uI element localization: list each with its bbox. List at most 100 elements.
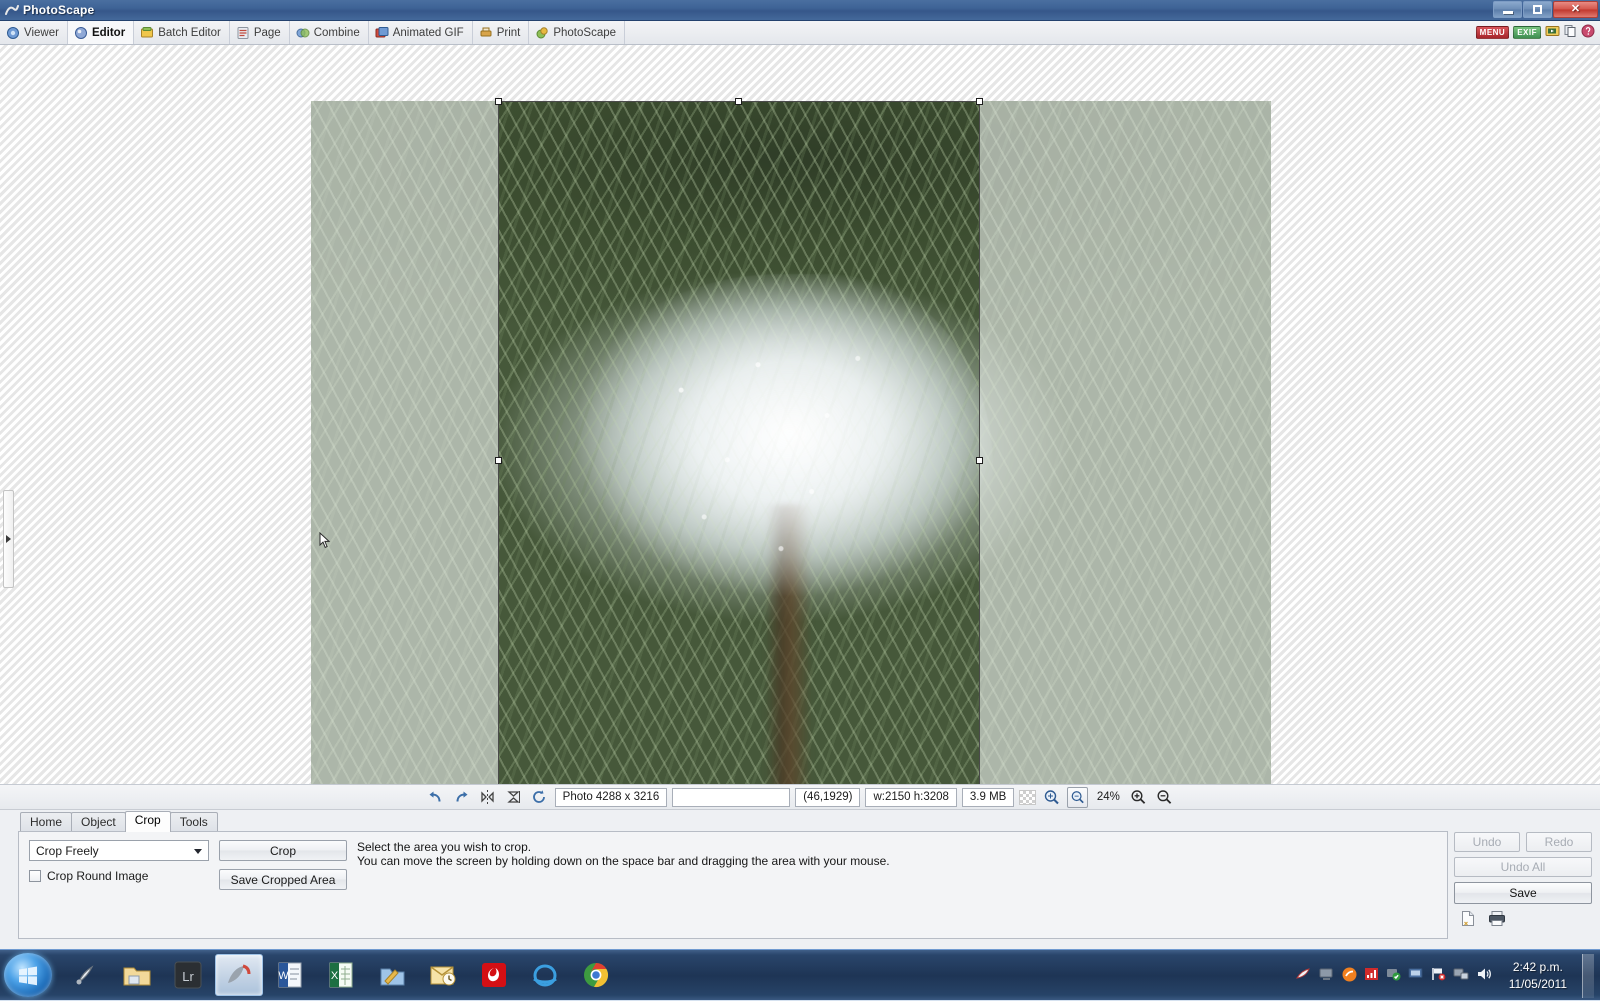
undo-button-label: Undo — [1472, 835, 1502, 849]
taskbar-item-excel[interactable]: X — [317, 954, 365, 996]
crop-instructions: Select the area you wish to crop. You ca… — [357, 840, 890, 890]
flip-horizontal-icon[interactable] — [477, 787, 498, 808]
undo-icon[interactable] — [425, 787, 446, 808]
taskbar-item-paint[interactable] — [368, 954, 416, 996]
taskbar-clock[interactable]: 2:42 p.m. 11/05/2011 — [1509, 959, 1567, 991]
flip-vertical-icon[interactable] — [503, 787, 524, 808]
tool-tab-label: Crop — [134, 813, 161, 827]
tool-tab-tools[interactable]: Tools — [169, 812, 218, 832]
animated-gif-icon — [375, 26, 389, 40]
photo-image[interactable] — [311, 101, 1271, 784]
save-button-label: Save — [1509, 886, 1537, 900]
redo-button[interactable]: Redo — [1526, 832, 1592, 852]
tray-icon-flag[interactable] — [1431, 967, 1446, 984]
transparency-checker-icon[interactable] — [1019, 789, 1037, 805]
photo-dew-drops — [589, 295, 974, 613]
clock-date: 11/05/2011 — [1508, 976, 1567, 991]
mode-tab-page[interactable]: Page — [230, 21, 290, 44]
undo-button[interactable]: Undo — [1454, 832, 1520, 852]
taskbar-item-chrome[interactable] — [572, 954, 620, 996]
close-button[interactable]: ✕ — [1553, 1, 1598, 18]
undo-all-button-label: Undo All — [1500, 860, 1546, 874]
redo-icon[interactable] — [451, 787, 472, 808]
print-icon — [479, 26, 493, 40]
mode-tab-label: Viewer — [24, 26, 59, 39]
mode-tab-batch-editor[interactable]: Batch Editor — [134, 21, 230, 44]
taskbar-items: Lr W X — [62, 954, 620, 996]
crop-button[interactable]: Crop — [219, 840, 347, 861]
mode-tab-editor[interactable]: Editor — [67, 21, 135, 44]
save-cropped-area-button[interactable]: Save Cropped Area — [219, 869, 347, 890]
mode-tab-label: Page — [253, 26, 281, 39]
utility-icon-group: MENU EXIF — [1475, 24, 1595, 41]
print-icon[interactable] — [1488, 910, 1506, 930]
rotate-icon[interactable] — [529, 787, 550, 808]
show-desktop-button[interactable] — [1582, 953, 1594, 998]
undo-all-button[interactable]: Undo All — [1454, 857, 1592, 877]
tray-icon-volume[interactable] — [1476, 967, 1492, 984]
editor-icon — [74, 26, 88, 40]
tool-tab-crop[interactable]: Crop — [124, 811, 171, 832]
start-orb[interactable] — [4, 953, 52, 997]
mode-tab-print[interactable]: Print — [473, 21, 530, 44]
photoscape-window: PhotoScape ✕ Viewer Editor Batch Editor — [0, 0, 1600, 949]
taskbar-item-photoscape[interactable] — [215, 954, 263, 996]
redo-button-label: Redo — [1544, 835, 1574, 849]
tool-tab-object[interactable]: Object — [71, 812, 126, 832]
svg-text:X: X — [331, 970, 339, 982]
crop-round-image-label: Crop Round Image — [47, 869, 149, 883]
tray-icon-chart[interactable] — [1364, 967, 1379, 984]
taskbar-item-lightroom[interactable]: Lr — [164, 954, 212, 996]
tray-icon-orange[interactable] — [1342, 967, 1357, 985]
zoom-actual-size-icon[interactable] — [1067, 786, 1089, 808]
tray-icon-display[interactable] — [1319, 967, 1335, 984]
action-button-panel: Undo Redo Undo All Save — [1454, 832, 1592, 930]
mode-tab-animated-gif[interactable]: Animated GIF — [369, 21, 473, 44]
taskbar-item-outlook[interactable] — [419, 954, 467, 996]
filename-field[interactable] — [672, 787, 791, 807]
tray-icon-monitor[interactable] — [1408, 967, 1424, 984]
tool-tab-home[interactable]: Home — [20, 812, 73, 832]
minimize-button[interactable] — [1493, 1, 1522, 18]
crop-mode-select[interactable]: Crop Freely — [29, 840, 209, 861]
tray-icon-security[interactable] — [1386, 967, 1401, 984]
viewer-icon — [6, 26, 20, 40]
image-toolbar: Photo 4288 x 3216 (46,1929) w:2150 h:320… — [0, 784, 1600, 809]
zoom-fit-icon[interactable] — [1041, 787, 1062, 808]
copy-icon[interactable] — [1564, 24, 1577, 41]
mode-tab-label: Editor — [91, 26, 126, 39]
mode-tab-combine[interactable]: Combine — [290, 21, 369, 44]
taskbar-item-explorer[interactable] — [113, 954, 161, 996]
mouse-cursor — [319, 531, 331, 550]
exif-badge[interactable]: EXIF — [1513, 26, 1541, 39]
taskbar-item-word[interactable]: W — [266, 954, 314, 996]
new-file-icon[interactable] — [1460, 910, 1476, 930]
chevron-down-icon — [194, 848, 202, 854]
tray-icon-snagit[interactable] — [1295, 967, 1312, 985]
panel-collapse-grip[interactable] — [3, 490, 14, 588]
mode-tab-label: Print — [496, 26, 521, 39]
mode-tab-photoscape[interactable]: PhotoScape — [529, 21, 626, 44]
system-tray: 2:42 p.m. 11/05/2011 — [1295, 950, 1600, 1001]
menu-badge[interactable]: MENU — [1475, 26, 1510, 39]
window-title: PhotoScape — [23, 3, 95, 17]
taskbar-item-vodafone[interactable] — [470, 954, 518, 996]
slideshow-icon[interactable] — [1545, 24, 1560, 41]
restore-button[interactable] — [1523, 1, 1552, 18]
zoom-out-icon[interactable] — [1154, 787, 1175, 808]
mode-tab-label: Batch Editor — [158, 26, 221, 39]
mode-tab-viewer[interactable]: Viewer — [0, 21, 68, 44]
image-canvas-area[interactable] — [0, 45, 1600, 784]
taskbar-item-internet-explorer[interactable] — [521, 954, 569, 996]
help-icon[interactable] — [1581, 24, 1595, 41]
tray-icon-network[interactable] — [1453, 967, 1469, 984]
file-size-field: 3.9 MB — [961, 787, 1015, 807]
save-button[interactable]: Save — [1454, 882, 1592, 904]
photoscape-logo-icon — [5, 3, 19, 17]
batch-editor-icon — [140, 26, 154, 40]
zoom-level-label: 24% — [1096, 791, 1120, 803]
zoom-in-icon[interactable] — [1128, 787, 1149, 808]
taskbar-item-snagit[interactable] — [62, 954, 110, 996]
combine-icon — [296, 26, 310, 40]
crop-round-image-checkbox[interactable]: Crop Round Image — [29, 869, 209, 883]
